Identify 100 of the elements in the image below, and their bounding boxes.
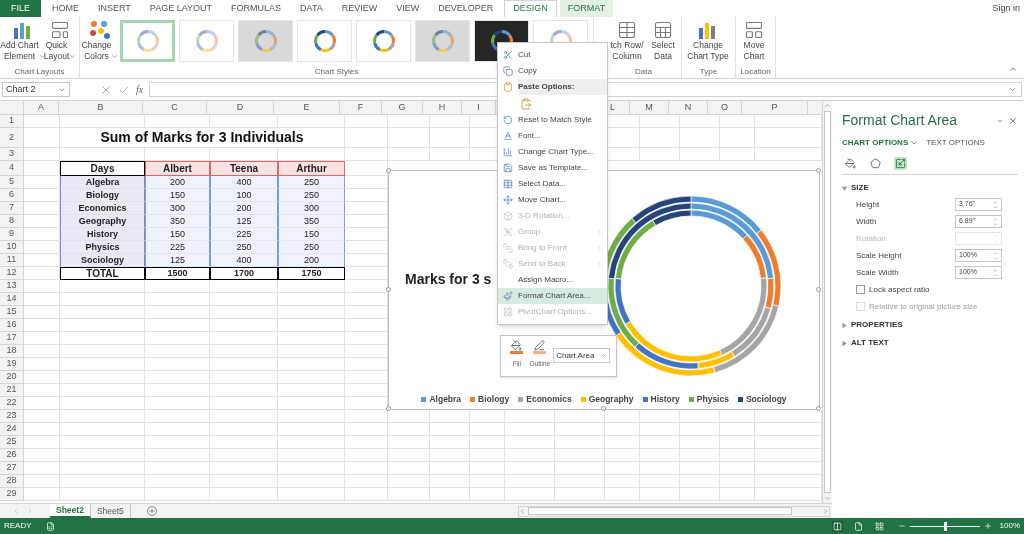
sheet-cell[interactable]	[278, 423, 345, 436]
sheet-cell[interactable]	[505, 423, 555, 436]
sheet-cell[interactable]	[640, 436, 680, 449]
row-header[interactable]: 23	[0, 410, 24, 423]
ribbon-tab[interactable]: HOME	[44, 0, 87, 17]
sheet-cell[interactable]	[680, 115, 720, 128]
ribbon-button[interactable]: Change Chart Type	[684, 20, 732, 62]
sheet-cell[interactable]	[345, 128, 388, 148]
sheet-cell[interactable]	[388, 449, 430, 462]
sheet-cell[interactable]	[720, 488, 755, 501]
sheet-cell[interactable]	[278, 306, 345, 319]
pane-icon-tab[interactable]	[844, 156, 857, 170]
sheet-cell[interactable]	[60, 319, 145, 332]
row-header[interactable]: 10	[0, 241, 24, 254]
row-header[interactable]: 3	[0, 148, 24, 161]
row-header[interactable]: 24	[0, 423, 24, 436]
sheet-cell[interactable]	[345, 410, 388, 423]
resize-handle[interactable]	[386, 168, 391, 173]
row-header[interactable]: 7	[0, 202, 24, 215]
sheet-cell[interactable]	[555, 462, 605, 475]
sheet-cell[interactable]	[210, 280, 278, 293]
sheet-cell[interactable]	[680, 488, 720, 501]
row-header[interactable]: 6	[0, 189, 24, 202]
sheet-cell[interactable]	[210, 423, 278, 436]
scroll-left-icon[interactable]	[12, 507, 20, 515]
sheet-cell[interactable]	[24, 358, 60, 371]
resize-handle[interactable]	[386, 287, 391, 292]
sign-in-link[interactable]: Sign in	[992, 0, 1024, 17]
column-header[interactable]: N	[668, 101, 708, 114]
sheet-cell[interactable]	[640, 488, 680, 501]
sheet-cell[interactable]	[640, 128, 680, 148]
sheet-cell[interactable]	[278, 371, 345, 384]
row-header[interactable]: 28	[0, 475, 24, 488]
sheet-cell[interactable]	[640, 449, 680, 462]
view-button[interactable]	[852, 520, 864, 532]
spinner-icon[interactable]	[993, 199, 998, 210]
horizontal-scrollbar[interactable]	[518, 505, 830, 517]
sheet-cell[interactable]	[210, 293, 278, 306]
view-button[interactable]	[873, 520, 885, 532]
row-header[interactable]: 15	[0, 306, 24, 319]
sheet-cell[interactable]	[145, 280, 210, 293]
sheet-cell[interactable]	[388, 462, 430, 475]
section-header[interactable]: PROPERTIES	[842, 319, 903, 331]
sheet-cell[interactable]	[720, 475, 755, 488]
expand-icon[interactable]	[1008, 85, 1017, 94]
sheet-cell[interactable]	[278, 449, 345, 462]
sheet-cell[interactable]	[145, 319, 210, 332]
row-header[interactable]: 5	[0, 176, 24, 189]
sheet-cell[interactable]	[210, 306, 278, 319]
sheet-cell[interactable]	[60, 488, 145, 501]
sheet-cell[interactable]	[720, 423, 755, 436]
sheet-cell[interactable]	[145, 345, 210, 358]
sheet-cell[interactable]	[720, 462, 755, 475]
sheet-cell[interactable]	[60, 280, 145, 293]
row-header[interactable]: 19	[0, 358, 24, 371]
sheet-cell[interactable]: Sum of Marks for 3 Individuals	[60, 128, 345, 148]
section-header[interactable]: ALT TEXT	[842, 337, 889, 349]
zoom-in-icon[interactable]	[983, 522, 992, 530]
resize-handle[interactable]	[386, 406, 391, 411]
sheet-cell[interactable]	[388, 436, 430, 449]
row-header[interactable]: 2	[0, 128, 24, 148]
ribbon-tab[interactable]: VIEW	[388, 0, 428, 17]
sheet-cell[interactable]	[60, 345, 145, 358]
view-button[interactable]	[831, 520, 843, 532]
row-header[interactable]: 4	[0, 161, 24, 176]
sheet-cell[interactable]	[145, 371, 210, 384]
row-header[interactable]: 14	[0, 293, 24, 306]
sheet-cell[interactable]	[430, 128, 470, 148]
sheet-cell[interactable]	[278, 332, 345, 345]
row-header[interactable]: 27	[0, 462, 24, 475]
row-header[interactable]: 21	[0, 384, 24, 397]
sheet-cell[interactable]	[145, 475, 210, 488]
sheet-cell[interactable]	[430, 423, 470, 436]
chart-style-thumbnail[interactable]	[120, 20, 175, 62]
sheet-cell[interactable]	[470, 475, 505, 488]
sheet-cell[interactable]	[505, 475, 555, 488]
menu-item[interactable]: Select Data...	[498, 176, 607, 192]
sheet-tab[interactable]: Sheet2	[50, 504, 91, 518]
sheet-cell[interactable]	[24, 384, 60, 397]
sheet-cell[interactable]	[345, 475, 388, 488]
sheet-cell[interactable]	[24, 475, 60, 488]
sheet-cell[interactable]	[345, 115, 388, 128]
add-sheet-icon[interactable]	[146, 506, 157, 516]
sheet-cell[interactable]	[430, 436, 470, 449]
sheet-cell[interactable]	[470, 449, 505, 462]
ribbon-tab[interactable]: DATA	[292, 0, 331, 17]
sheet-cell[interactable]	[24, 345, 60, 358]
sheet-cell[interactable]	[145, 397, 210, 410]
sheet-cell[interactable]	[505, 449, 555, 462]
pane-icon-tab[interactable]	[894, 156, 907, 170]
scrollbar-thumb[interactable]	[824, 111, 831, 493]
sheet-cell[interactable]	[210, 319, 278, 332]
row-header[interactable]: 25	[0, 436, 24, 449]
spinner-icon[interactable]	[993, 267, 998, 278]
chart-style-thumbnail[interactable]	[179, 20, 234, 62]
row-header[interactable]: 26	[0, 449, 24, 462]
sheet-cell[interactable]	[210, 115, 278, 128]
sheet-cell[interactable]	[278, 280, 345, 293]
sheet-cell[interactable]	[145, 332, 210, 345]
sheet-cell[interactable]	[680, 475, 720, 488]
